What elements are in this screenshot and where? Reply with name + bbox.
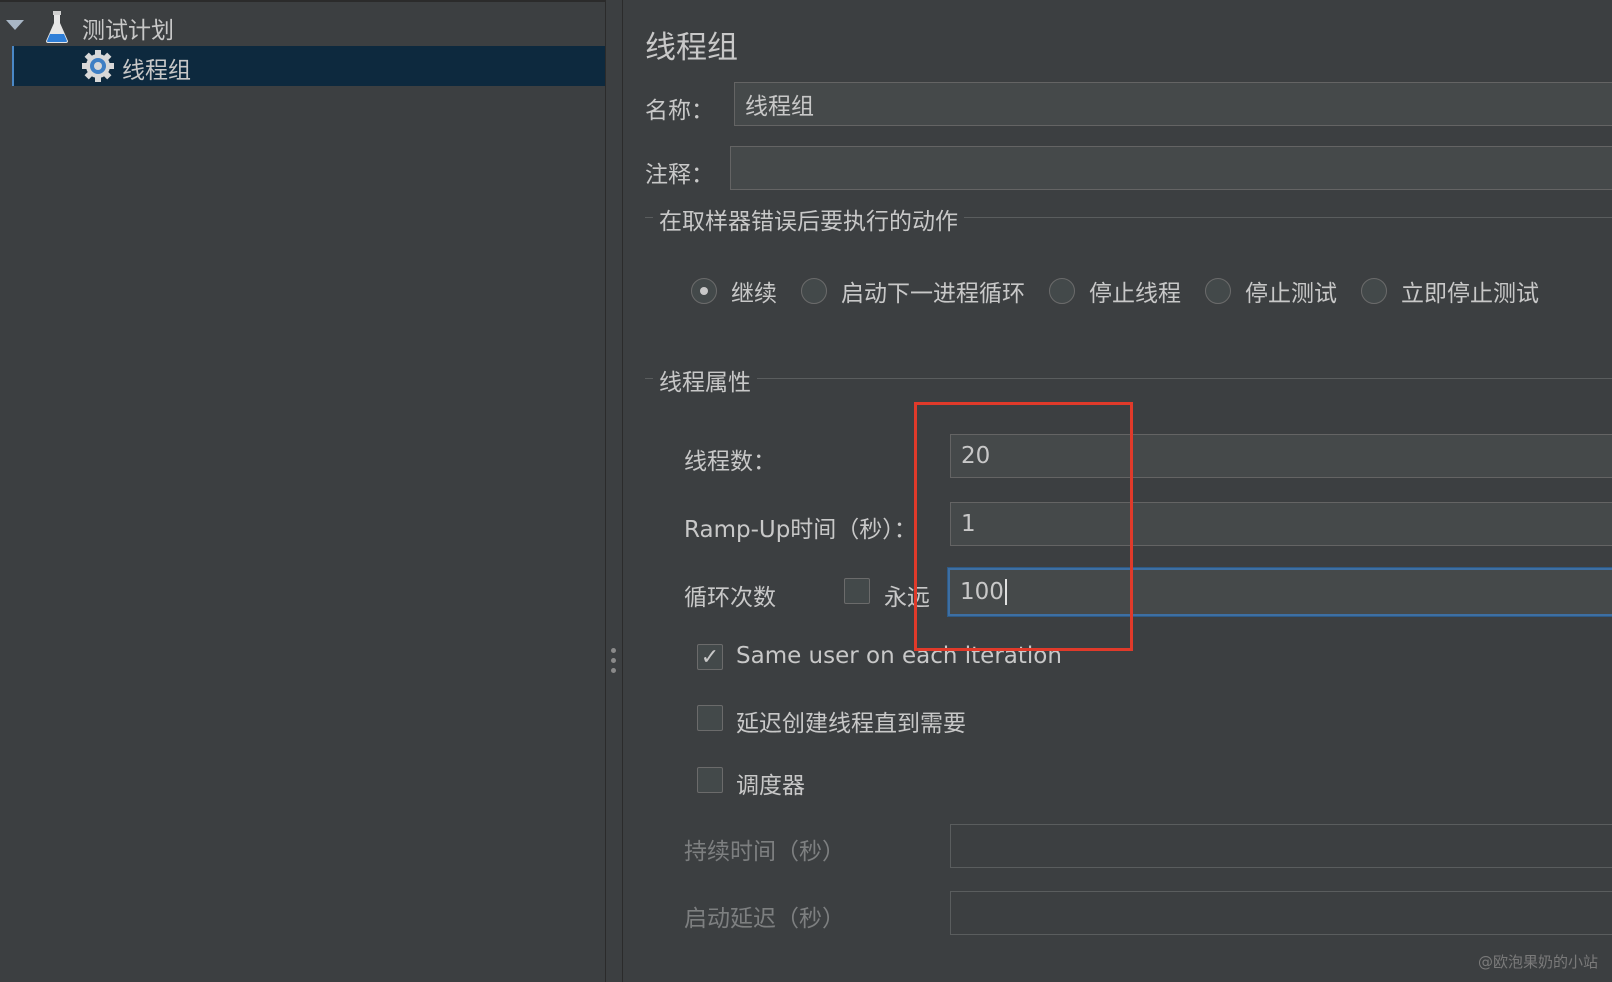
comment-label: 注释： [645, 162, 714, 188]
rampup-label: Ramp-Up时间（秒）： [684, 517, 917, 543]
thread-count-label: 线程数： [684, 449, 776, 475]
loop-count-label: 循环次数 [684, 585, 776, 611]
thread-group-config: 线程组 名称： 线程组 注释： 在取样器错误后要执行的动作 继续 启动下一进程循… [623, 0, 1612, 982]
name-input[interactable]: 线程组 [734, 82, 1612, 126]
tree-item-label: 线程组 [122, 58, 191, 84]
thread-count-value: 20 [961, 443, 991, 469]
radio-label: 继续 [731, 281, 777, 307]
radio-label: 立即停止测试 [1401, 281, 1539, 307]
radio-continue[interactable]: 继续 [691, 274, 777, 308]
startup-delay-label: 启动延迟（秒） [684, 906, 845, 932]
grip-dot-icon [611, 648, 616, 653]
thread-count-input[interactable]: 20 [950, 434, 1612, 478]
rampup-input[interactable]: 1 [950, 502, 1612, 546]
radio-start-next-loop[interactable]: 启动下一进程循环 [801, 274, 1025, 308]
sampler-error-group-title: 在取样器错误后要执行的动作 [653, 202, 964, 236]
flask-icon [46, 11, 68, 43]
sampler-error-options: 继续 启动下一进程循环 停止线程 停止测试 立即停止测试 [691, 274, 1563, 308]
text-caret [1004, 579, 1007, 605]
comment-input[interactable] [730, 146, 1612, 190]
name-input-value: 线程组 [745, 94, 814, 120]
grip-dot-icon [611, 658, 616, 663]
scheduler-checkbox[interactable] [697, 767, 723, 793]
watermark: @欧泡果奶的小站 [1477, 953, 1598, 971]
delay-create-checkbox[interactable] [697, 705, 723, 731]
radio-button[interactable] [691, 278, 717, 304]
loop-count-value: 100 [960, 579, 1004, 605]
tree-item-test-plan[interactable]: 测试计划 [0, 6, 605, 46]
name-label: 名称： [645, 98, 714, 124]
delay-create-label: 延迟创建线程直到需要 [736, 711, 966, 737]
scheduler-label: 调度器 [736, 773, 805, 799]
forever-label: 永远 [884, 585, 930, 611]
same-user-label: Same user on each iteration [736, 643, 1062, 669]
radio-stop-thread[interactable]: 停止线程 [1049, 274, 1181, 308]
radio-label: 启动下一进程循环 [841, 281, 1025, 307]
divider [645, 378, 1612, 379]
radio-stop-test-now[interactable]: 立即停止测试 [1361, 274, 1539, 308]
page-title: 线程组 [645, 30, 738, 66]
tree-item-thread-group[interactable]: 线程组 [12, 46, 605, 86]
radio-label: 停止测试 [1245, 281, 1337, 307]
tree-item-label: 测试计划 [82, 18, 174, 44]
forever-checkbox[interactable] [844, 578, 870, 604]
radio-button[interactable] [1205, 278, 1231, 304]
startup-delay-input[interactable] [950, 891, 1612, 935]
grip-dot-icon [611, 668, 616, 673]
radio-button[interactable] [1361, 278, 1387, 304]
panel-splitter[interactable] [605, 0, 623, 982]
duration-label: 持续时间（秒） [684, 839, 845, 865]
same-user-checkbox[interactable]: ✓ [697, 644, 723, 670]
expand-arrow-icon[interactable] [6, 20, 24, 30]
gear-icon [82, 50, 114, 82]
test-plan-tree: 测试计划 线程组 [0, 0, 605, 982]
checkmark-icon: ✓ [700, 644, 720, 670]
rampup-value: 1 [961, 511, 976, 537]
loop-count-input[interactable]: 100 [948, 568, 1612, 616]
thread-props-group-title: 线程属性 [653, 363, 757, 397]
radio-label: 停止线程 [1089, 281, 1181, 307]
radio-stop-test[interactable]: 停止测试 [1205, 274, 1337, 308]
radio-button[interactable] [1049, 278, 1075, 304]
duration-input[interactable] [950, 824, 1612, 868]
radio-button[interactable] [801, 278, 827, 304]
